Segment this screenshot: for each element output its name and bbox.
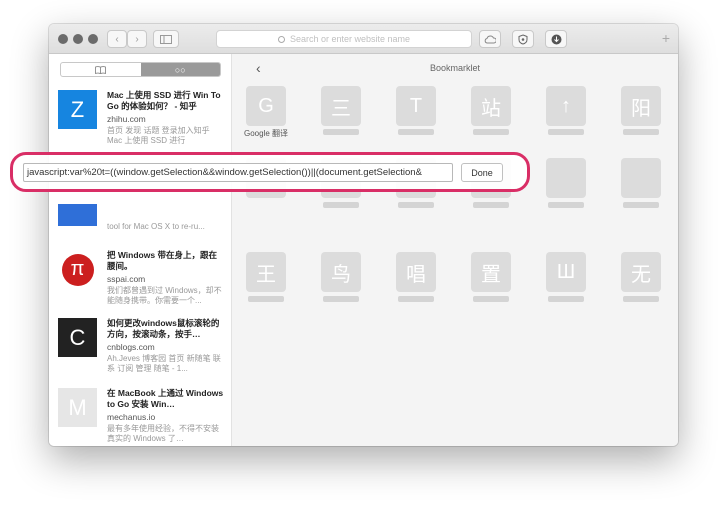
item-domain: sspai.com [107, 274, 146, 284]
item-thumbnail: C [58, 318, 97, 357]
bookmark-label [548, 202, 584, 208]
bookmark-label: Google 翻译 [243, 129, 289, 138]
bookmark-label [473, 202, 509, 208]
bookmark-label [548, 129, 584, 135]
reading-list-item-3[interactable]: π 把 Windows 带在身上，跟在腰间。 sspai.com 我们都曾遇到过… [58, 250, 226, 316]
bookmark-edit-bar: javascript:var%20t=((window.getSelection… [10, 152, 530, 192]
bookmark-label [323, 129, 359, 135]
bookmark-label [473, 296, 509, 302]
close-window-button[interactable] [58, 34, 68, 44]
shield-icon [518, 33, 528, 45]
bookmark-tile[interactable]: G [246, 86, 286, 126]
new-tab-button[interactable]: + [662, 31, 670, 45]
cloud-icon [484, 35, 496, 44]
bookmark-label [323, 296, 359, 302]
page-title: Bookmarklet [429, 63, 481, 73]
reader-button[interactable] [479, 30, 501, 48]
back-nav-button[interactable]: ‹ [107, 30, 127, 48]
chevron-left-icon: ‹ [115, 33, 119, 45]
bookmark-url-input[interactable]: javascript:var%20t=((window.getSelection… [23, 163, 453, 182]
item-description: 我们都曾遇到过 Windows，却不能随身携带。你需要一个... [107, 286, 222, 305]
sidebar-icon [160, 34, 172, 44]
done-button[interactable]: Done [461, 163, 503, 182]
bookmark-label [398, 296, 434, 302]
download-extension-button[interactable] [545, 30, 567, 48]
forward-nav-button[interactable]: › [127, 30, 147, 48]
reading-list-item-4[interactable]: C 如何更改windows鼠标滚轮的方向，按滚动条，按手… cnblogs.co… [58, 318, 226, 384]
bookmark-tile[interactable]: 王 [246, 252, 286, 292]
address-bar[interactable]: Search or enter website name [216, 30, 472, 48]
search-icon [277, 35, 285, 43]
item-description: 最有多年使用经验，不得不安装真实的 Windows 了… [107, 424, 219, 443]
item-description: 首页 发现 话题 登录加入知乎 Mac 上使用 SSD 进行 [107, 126, 210, 145]
bookmark-tile[interactable] [546, 158, 586, 198]
sidebar: ○○ Z Mac 上使用 SSD 进行 Win To Go 的体验如何？ - 知… [49, 54, 232, 446]
sidebar-toggle-button[interactable] [153, 30, 179, 48]
toolbar: ‹ › Search or enter website name + [49, 24, 678, 54]
tab-bookmarks[interactable] [61, 63, 141, 76]
item-title: 在 MacBook 上通过 Windows to Go 安装 Win… [107, 388, 224, 409]
shield-extension-button[interactable] [512, 30, 534, 48]
glasses-icon: ○○ [174, 64, 186, 75]
item-thumbnail: M [58, 388, 97, 427]
item-thumbnail: π [58, 250, 97, 289]
item-title: 如何更改windows鼠标滚轮的方向，按滚动条，按手… [107, 318, 220, 339]
bookmark-tile[interactable]: 三 [321, 86, 361, 126]
bookmark-label [398, 129, 434, 135]
bookmark-label [473, 129, 509, 135]
bookmark-tile[interactable]: T [396, 86, 436, 126]
reading-list-item-1[interactable]: Z Mac 上使用 SSD 进行 Win To Go 的体验如何？ - 知乎 z… [58, 90, 226, 156]
bookmark-tile[interactable]: 无 [621, 252, 661, 292]
bookmark-tile[interactable] [621, 158, 661, 198]
bookmark-label [623, 202, 659, 208]
minimize-window-button[interactable] [73, 34, 83, 44]
bookmark-label [398, 202, 434, 208]
bookmark-tile[interactable]: 置 [471, 252, 511, 292]
item-description: tool for Mac OS X to re-ru... [107, 222, 205, 231]
sidebar-segmented-control: ○○ [60, 62, 221, 77]
reading-list-item-5[interactable]: M 在 MacBook 上通过 Windows to Go 安装 Win… me… [58, 388, 226, 446]
chevron-right-icon: › [135, 33, 139, 45]
zoom-window-button[interactable] [88, 34, 98, 44]
item-description: Ah.Jeves 博客园 首页 新随笔 联系 订阅 管理 随笔 - 1... [107, 354, 221, 373]
bookmark-tile[interactable]: ↑ [546, 86, 586, 126]
item-title: Mac 上使用 SSD 进行 Win To Go 的体验如何？ - 知乎 [107, 90, 221, 111]
tab-reading-list[interactable]: ○○ [140, 63, 220, 76]
item-domain: cnblogs.com [107, 342, 155, 352]
bookmark-tile[interactable]: 阳 [621, 86, 661, 126]
bookmark-label [323, 202, 359, 208]
address-placeholder: Search or enter website name [289, 34, 411, 44]
browser-window: ‹ › Search or enter website name + ○○ Z … [49, 24, 678, 446]
item-domain: mechanus.io [107, 412, 156, 422]
book-icon [95, 65, 107, 74]
item-thumbnail [58, 204, 97, 226]
download-circle-icon [551, 34, 561, 44]
bookmarks-panel: ‹ Bookmarklet G Google 翻译 三 T 站 ↑ 阳 王 鸟 … [232, 54, 678, 446]
bookmark-label [248, 296, 284, 302]
bookmark-tile[interactable]: Ш [546, 252, 586, 292]
bookmark-tile[interactable]: 站 [471, 86, 511, 126]
bookmark-label [548, 296, 584, 302]
bookmark-tile[interactable]: 鸟 [321, 252, 361, 292]
item-domain: zhihu.com [107, 114, 146, 124]
bookmark-tile[interactable]: 唱 [396, 252, 436, 292]
item-thumbnail: Z [58, 90, 97, 129]
bookmark-label [623, 129, 659, 135]
pi-logo-icon: π [61, 253, 94, 286]
bookmark-label [623, 296, 659, 302]
item-title: 把 Windows 带在身上，跟在腰间。 [107, 250, 217, 271]
